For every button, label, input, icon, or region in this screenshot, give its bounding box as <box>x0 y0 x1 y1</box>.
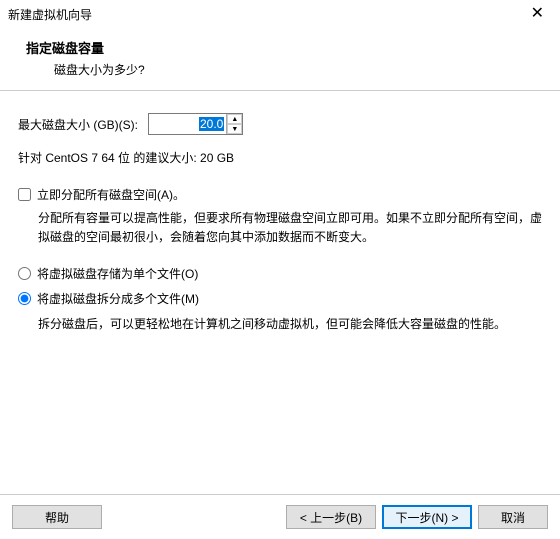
recommended-size-text: 针对 CentOS 7 64 位 的建议大小: 20 GB <box>18 149 542 166</box>
allocate-now-checkbox[interactable] <box>18 188 31 201</box>
disk-size-input[interactable]: 20.0 <box>149 114 226 134</box>
allocate-description: 分配所有容量可以提高性能，但要求所有物理磁盘空间立即可用。如果不立即分配所有空间… <box>18 209 542 247</box>
help-button[interactable]: 帮助 <box>12 505 102 529</box>
titlebar: 新建虚拟机向导 ✕ <box>0 0 560 28</box>
spinner-up-icon[interactable]: ▲ <box>227 114 242 124</box>
disk-size-label: 最大磁盘大小 (GB)(S): <box>18 116 138 133</box>
close-icon[interactable]: ✕ <box>523 0 552 28</box>
disk-size-spinner[interactable]: 20.0 ▲ ▼ <box>148 113 243 135</box>
spinner-down-icon[interactable]: ▼ <box>227 124 242 134</box>
next-button[interactable]: 下一步(N) > <box>382 505 472 529</box>
back-button[interactable]: < 上一步(B) <box>286 505 376 529</box>
page-title: 指定磁盘容量 <box>26 38 552 57</box>
window-title: 新建虚拟机向导 <box>8 6 92 23</box>
content-area: 最大磁盘大小 (GB)(S): 20.0 ▲ ▼ 针对 CentOS 7 64 … <box>0 91 560 363</box>
page-subtitle: 磁盘大小为多少? <box>26 61 552 78</box>
footer: 帮助 < 上一步(B) 下一步(N) > 取消 <box>0 494 560 539</box>
footer-right: < 上一步(B) 下一步(N) > 取消 <box>286 505 548 529</box>
store-split-description: 拆分磁盘后，可以更轻松地在计算机之间移动虚拟机，但可能会降低大容量磁盘的性能。 <box>18 315 542 334</box>
wizard-header: 指定磁盘容量 磁盘大小为多少? <box>0 28 560 90</box>
allocate-now-label: 立即分配所有磁盘空间(A)。 <box>37 186 185 203</box>
store-single-label: 将虚拟磁盘存储为单个文件(O) <box>37 265 198 282</box>
store-single-radio[interactable] <box>18 267 31 280</box>
allocate-now-row: 立即分配所有磁盘空间(A)。 <box>18 186 542 203</box>
store-single-row: 将虚拟磁盘存储为单个文件(O) <box>18 265 542 282</box>
disk-size-value: 20.0 <box>199 117 224 131</box>
store-split-label: 将虚拟磁盘拆分成多个文件(M) <box>37 290 199 307</box>
cancel-button[interactable]: 取消 <box>478 505 548 529</box>
store-split-radio[interactable] <box>18 292 31 305</box>
store-split-row: 将虚拟磁盘拆分成多个文件(M) <box>18 290 542 307</box>
disk-size-row: 最大磁盘大小 (GB)(S): 20.0 ▲ ▼ <box>18 113 542 135</box>
spinner-buttons: ▲ ▼ <box>226 114 242 134</box>
